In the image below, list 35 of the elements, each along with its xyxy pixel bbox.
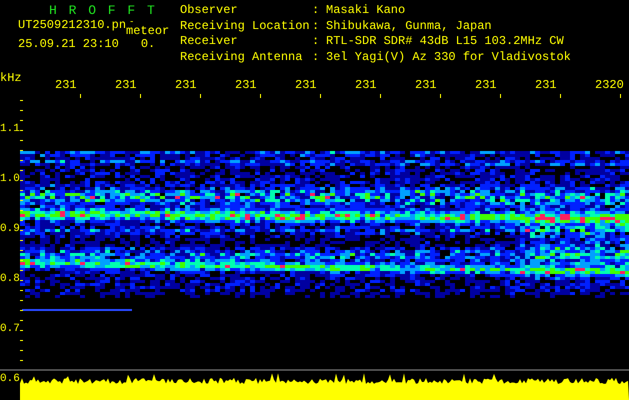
- frequency-label: 1.1: [0, 124, 20, 135]
- info-value: RTL-SDR SDR# 43dB L15 103.2MHz CW: [326, 35, 565, 50]
- time-label: 231: [475, 79, 497, 91]
- time-label: 231: [235, 79, 257, 91]
- info-label: Receiver: [180, 35, 239, 50]
- marker-text: -: [129, 18, 134, 27]
- time-label: 2320: [595, 79, 624, 91]
- count-value: 0.: [140, 38, 156, 50]
- time-label: 231: [175, 79, 197, 91]
- frequency-label: 0.9: [0, 224, 20, 235]
- file-name: UT2509212310.pn: [18, 19, 126, 33]
- date-time: 25.09.21 23:10: [18, 38, 119, 50]
- time-label: 231: [415, 79, 437, 91]
- frequency-label: 0.7: [0, 324, 20, 335]
- info-value: Shibukawa, Gunma, Japan: [326, 20, 493, 34]
- app-title: H R O F F T: [49, 4, 157, 17]
- time-label: 231: [55, 79, 77, 91]
- detection-type: meteor: [126, 25, 170, 37]
- time-label: 231: [115, 79, 137, 91]
- frequency-label: 0.6: [0, 374, 20, 385]
- time-label: 231: [535, 79, 557, 91]
- time-label: 231: [355, 79, 377, 91]
- info-label: Receiving Antenna: [180, 50, 304, 66]
- info-label: Receiving Location: [180, 20, 311, 34]
- frequency-label: 1.0: [0, 174, 20, 185]
- separator-colon: :: [312, 4, 320, 19]
- info-value: Masaki Kano: [326, 4, 406, 19]
- info-label: Observer: [180, 4, 239, 19]
- separator-colon: :: [312, 35, 320, 50]
- separator-colon: :: [312, 50, 320, 66]
- frequency-label: 0.8: [0, 274, 20, 285]
- time-label: 231: [295, 79, 317, 91]
- separator-colon: :: [312, 20, 320, 34]
- axis-unit: kHz: [0, 72, 22, 84]
- info-value: 3el Yagi(V) Az 330 for Vladivostok: [326, 50, 571, 66]
